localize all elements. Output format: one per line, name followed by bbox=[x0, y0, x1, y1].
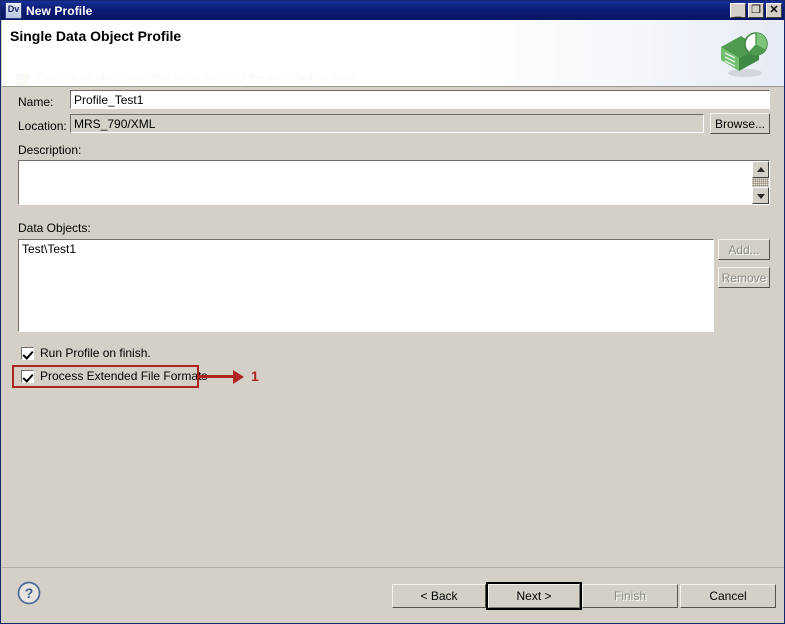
description-textarea[interactable] bbox=[18, 160, 770, 205]
next-button[interactable]: Next > bbox=[486, 582, 582, 610]
extended-formats-checkbox[interactable] bbox=[21, 369, 34, 383]
window-controls: _ ❐ ✕ bbox=[730, 3, 784, 18]
description-scrollbar[interactable] bbox=[752, 161, 769, 204]
run-profile-checkbox[interactable] bbox=[21, 346, 34, 360]
profile-document-chart-icon bbox=[715, 27, 773, 81]
name-input[interactable] bbox=[70, 90, 770, 109]
extended-formats-label: Process Extended File Formats bbox=[40, 369, 208, 383]
warning-icon bbox=[16, 73, 29, 86]
back-button[interactable]: < Back bbox=[392, 584, 486, 608]
run-profile-checkbox-row[interactable]: Run Profile on finish. bbox=[21, 346, 151, 360]
description-label: Description: bbox=[18, 143, 82, 157]
annotation-arrow-line bbox=[199, 375, 235, 378]
extended-formats-checkbox-row[interactable]: Process Extended File Formats bbox=[21, 369, 207, 383]
scroll-down-icon[interactable] bbox=[752, 187, 769, 204]
app-icon: Dv bbox=[5, 2, 22, 19]
finish-button[interactable]: Finish bbox=[582, 584, 678, 608]
remove-button[interactable]: Remove bbox=[718, 267, 770, 288]
scroll-track[interactable] bbox=[752, 178, 769, 187]
dialog-header: Single Data Object Profile There is an o… bbox=[2, 20, 784, 87]
next-button-label: Next > bbox=[488, 584, 580, 608]
add-button[interactable]: Add... bbox=[718, 239, 770, 260]
data-objects-list[interactable]: Test\Test1 bbox=[18, 239, 714, 332]
annotation-number: 1 bbox=[251, 368, 259, 384]
minimize-glyph: _ bbox=[734, 4, 742, 18]
annotation-arrow-head bbox=[233, 370, 244, 384]
help-icon[interactable]: ? bbox=[16, 580, 42, 606]
close-icon[interactable]: ✕ bbox=[766, 3, 782, 18]
svg-text:?: ? bbox=[25, 585, 34, 601]
data-objects-label: Data Objects: bbox=[18, 221, 91, 235]
browse-button[interactable]: Browse... bbox=[710, 113, 770, 134]
description-text[interactable] bbox=[19, 161, 752, 204]
location-field: MRS_790/XML bbox=[70, 114, 704, 133]
cancel-button[interactable]: Cancel bbox=[680, 584, 776, 608]
page-title: Single Data Object Profile bbox=[10, 28, 182, 44]
header-subtitle: There is an object with the same name at… bbox=[35, 73, 360, 85]
dialog-footer: ? < Back Next > Finish Cancel bbox=[2, 567, 784, 623]
run-profile-label: Run Profile on finish. bbox=[40, 346, 151, 360]
name-label: Name: bbox=[18, 95, 54, 109]
new-profile-dialog: Dv New Profile _ ❐ ✕ Single Data Object … bbox=[0, 0, 785, 624]
maximize-glyph: ❐ bbox=[751, 4, 761, 16]
maximize-icon[interactable]: ❐ bbox=[748, 3, 764, 18]
dialog-body: Name: Location: MRS_790/XML Browse... De… bbox=[2, 87, 784, 567]
list-item[interactable]: Test\Test1 bbox=[19, 240, 713, 256]
minimize-icon[interactable]: _ bbox=[730, 3, 746, 18]
location-label: Location: bbox=[18, 119, 67, 133]
scroll-up-icon[interactable] bbox=[752, 161, 769, 178]
close-glyph: ✕ bbox=[769, 4, 779, 16]
window-title: New Profile bbox=[26, 3, 93, 18]
window-titlebar[interactable]: Dv New Profile _ ❐ ✕ bbox=[1, 1, 784, 20]
